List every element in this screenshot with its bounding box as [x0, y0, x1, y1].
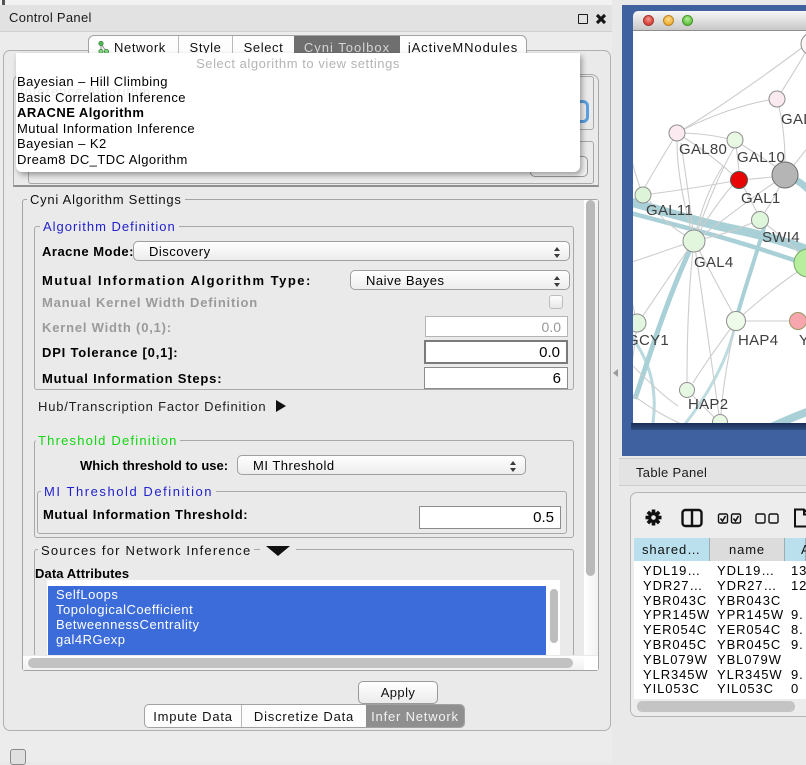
- svg-text:GAL80: GAL80: [679, 141, 727, 158]
- svg-text:GCY1: GCY1: [633, 332, 669, 349]
- svg-text:SWI4: SWI4: [762, 229, 800, 246]
- svg-text:GAL11: GAL11: [646, 202, 693, 219]
- svg-text:GAL10: GAL10: [737, 149, 785, 166]
- svg-text:GAL1: GAL1: [741, 190, 781, 207]
- svg-text:HAP2: HAP2: [688, 396, 728, 413]
- svg-text:YE: YE: [799, 332, 806, 349]
- svg-text:GAL4: GAL4: [694, 254, 734, 271]
- svg-text:HAP4: HAP4: [738, 332, 778, 349]
- svg-text:GAL7: GAL7: [781, 111, 806, 128]
